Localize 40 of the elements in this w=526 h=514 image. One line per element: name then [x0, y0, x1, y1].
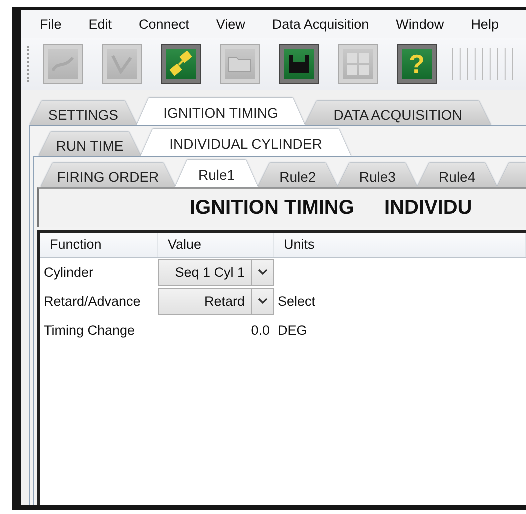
chevron-down-icon — [258, 269, 268, 276]
menu-item[interactable]: Connect — [139, 16, 190, 32]
menu-item[interactable]: View — [216, 16, 246, 32]
table-cell-text: Select — [277, 294, 317, 309]
panel-title: IGNITION TIMING — [190, 196, 354, 220]
grid-icon — [346, 52, 370, 76]
tab[interactable]: RUN TIME — [39, 132, 141, 156]
table-cell-text: 0.0 — [250, 323, 271, 338]
column-header[interactable]: Value — [158, 233, 274, 257]
toolbar-button[interactable] — [161, 44, 201, 84]
question-mark-icon: ? — [409, 51, 425, 77]
chevron-down-icon — [258, 298, 268, 305]
table-cell-text: Cylinder — [43, 265, 95, 280]
tab[interactable]: INDIVIDUAL CYLINDER — [141, 129, 351, 156]
table-cell-text: Retard/Advance — [43, 294, 142, 309]
panel-title: INDIVIDU — [384, 196, 472, 220]
tab[interactable]: DATA ACQUISITION — [305, 101, 491, 125]
menu-item[interactable]: Data Acquisition — [272, 16, 370, 32]
value-dropdown[interactable]: Retard — [158, 288, 274, 315]
tab[interactable]: Rule2 — [258, 163, 338, 187]
column-header[interactable]: Units — [274, 233, 526, 257]
menu-item[interactable]: Window — [396, 16, 444, 32]
tab[interactable]: FIRING ORDER — [41, 163, 176, 187]
menu-item[interactable]: Help — [471, 16, 499, 32]
tab[interactable]: SETTINGS — [30, 101, 137, 125]
toolbar-button[interactable] — [279, 44, 319, 84]
tab[interactable] — [497, 163, 526, 187]
menu-item[interactable]: File — [40, 16, 62, 32]
value-dropdown[interactable]: Seq 1 Cyl 1 — [158, 259, 274, 286]
plug-icon — [168, 51, 194, 77]
folder-icon — [228, 55, 252, 73]
tab[interactable]: IGNITION TIMING — [137, 98, 305, 125]
table-cell-text: Timing Change — [43, 323, 136, 338]
tab[interactable]: Rule4 — [417, 163, 498, 187]
tab[interactable]: Rule3 — [338, 163, 418, 187]
menu-item[interactable]: Edit — [88, 16, 112, 32]
tab[interactable]: Rule1 — [175, 160, 258, 187]
column-header[interactable]: Function — [40, 233, 158, 257]
table-cell-text: DEG — [277, 323, 308, 338]
save-icon — [288, 54, 310, 74]
